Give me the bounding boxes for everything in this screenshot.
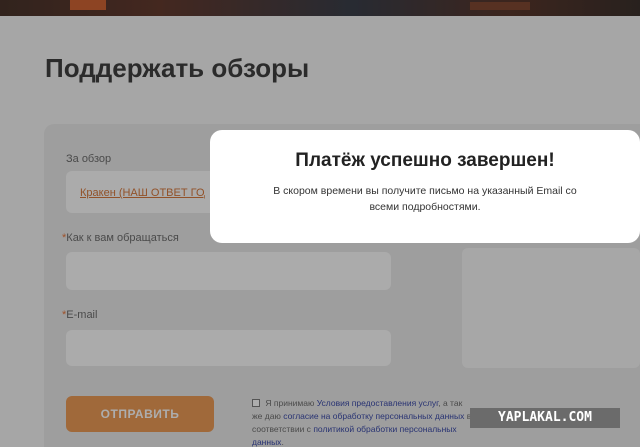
site-watermark: YAPLAKAL.COM (470, 408, 620, 428)
payment-success-modal: Платёж успешно завершен! В скором времен… (210, 130, 640, 243)
modal-message: В скором времени вы получите письмо на у… (273, 185, 577, 213)
modal-title: Платёж успешно завершен! (295, 150, 555, 171)
